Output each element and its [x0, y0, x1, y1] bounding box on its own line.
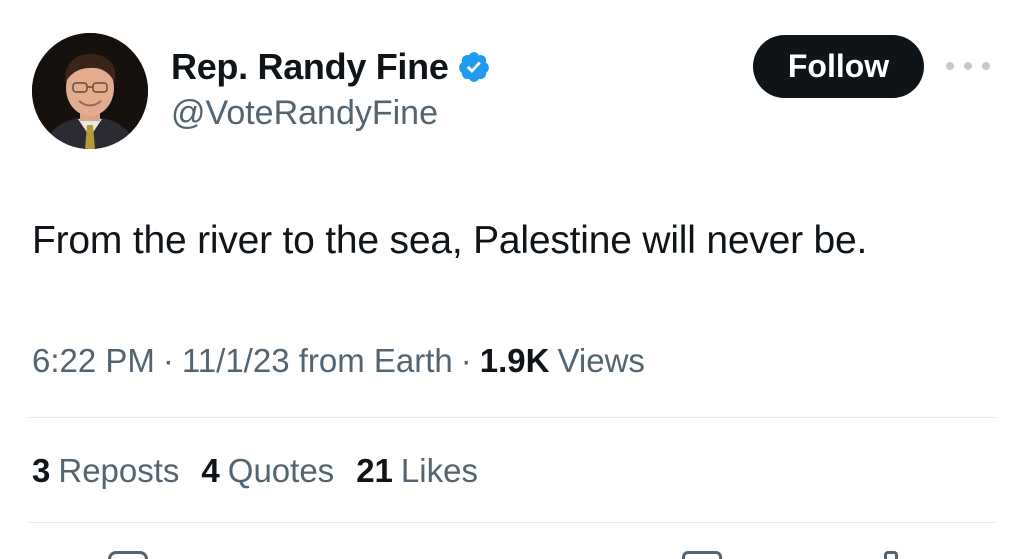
engagement-stats: 3 Reposts 4 Quotes 21 Likes [32, 452, 500, 490]
quotes-label: Quotes [227, 452, 335, 489]
reposts-count: 3 [32, 452, 51, 489]
follow-button[interactable]: Follow [753, 35, 924, 98]
tweet-card: Rep. Randy Fine @VoteRandyFine Follow Fr… [0, 0, 1024, 559]
more-dot [946, 62, 954, 70]
tweet-time[interactable]: 6:22 PM [32, 342, 155, 380]
share-icon[interactable] [884, 551, 898, 559]
more-options-icon[interactable] [946, 56, 990, 76]
divider [28, 522, 996, 523]
likes-label: Likes [400, 452, 478, 489]
views-label: Views [557, 342, 645, 379]
tweet-meta: 6:22 PM · 11/1/23 from Earth · 1.9K View… [32, 342, 645, 380]
more-dot [982, 62, 990, 70]
views-count: 1.9K [479, 342, 550, 379]
tweet-date-source[interactable]: 11/1/23 from Earth [182, 342, 453, 380]
tweet-text: From the river to the sea, Palestine wil… [32, 219, 868, 262]
author-display-name[interactable]: Rep. Randy Fine [171, 46, 449, 88]
author-avatar[interactable] [32, 33, 148, 149]
action-bar [0, 548, 1024, 559]
author-handle[interactable]: @VoteRandyFine [171, 94, 438, 133]
divider [28, 417, 996, 418]
quotes-stat[interactable]: 4 Quotes [201, 452, 334, 490]
author-name-row[interactable]: Rep. Randy Fine [171, 45, 491, 89]
reply-icon[interactable] [108, 551, 148, 559]
bookmark-icon[interactable] [682, 551, 722, 559]
meta-separator: · [162, 342, 174, 379]
meta-separator: · [460, 342, 472, 379]
more-dot [964, 62, 972, 70]
likes-stat[interactable]: 21 Likes [356, 452, 478, 490]
avatar-photo [32, 33, 148, 149]
reposts-label: Reposts [58, 452, 180, 489]
verified-badge-icon [457, 50, 491, 84]
quotes-count: 4 [201, 452, 220, 489]
reposts-stat[interactable]: 3 Reposts [32, 452, 179, 490]
likes-count: 21 [356, 452, 393, 489]
